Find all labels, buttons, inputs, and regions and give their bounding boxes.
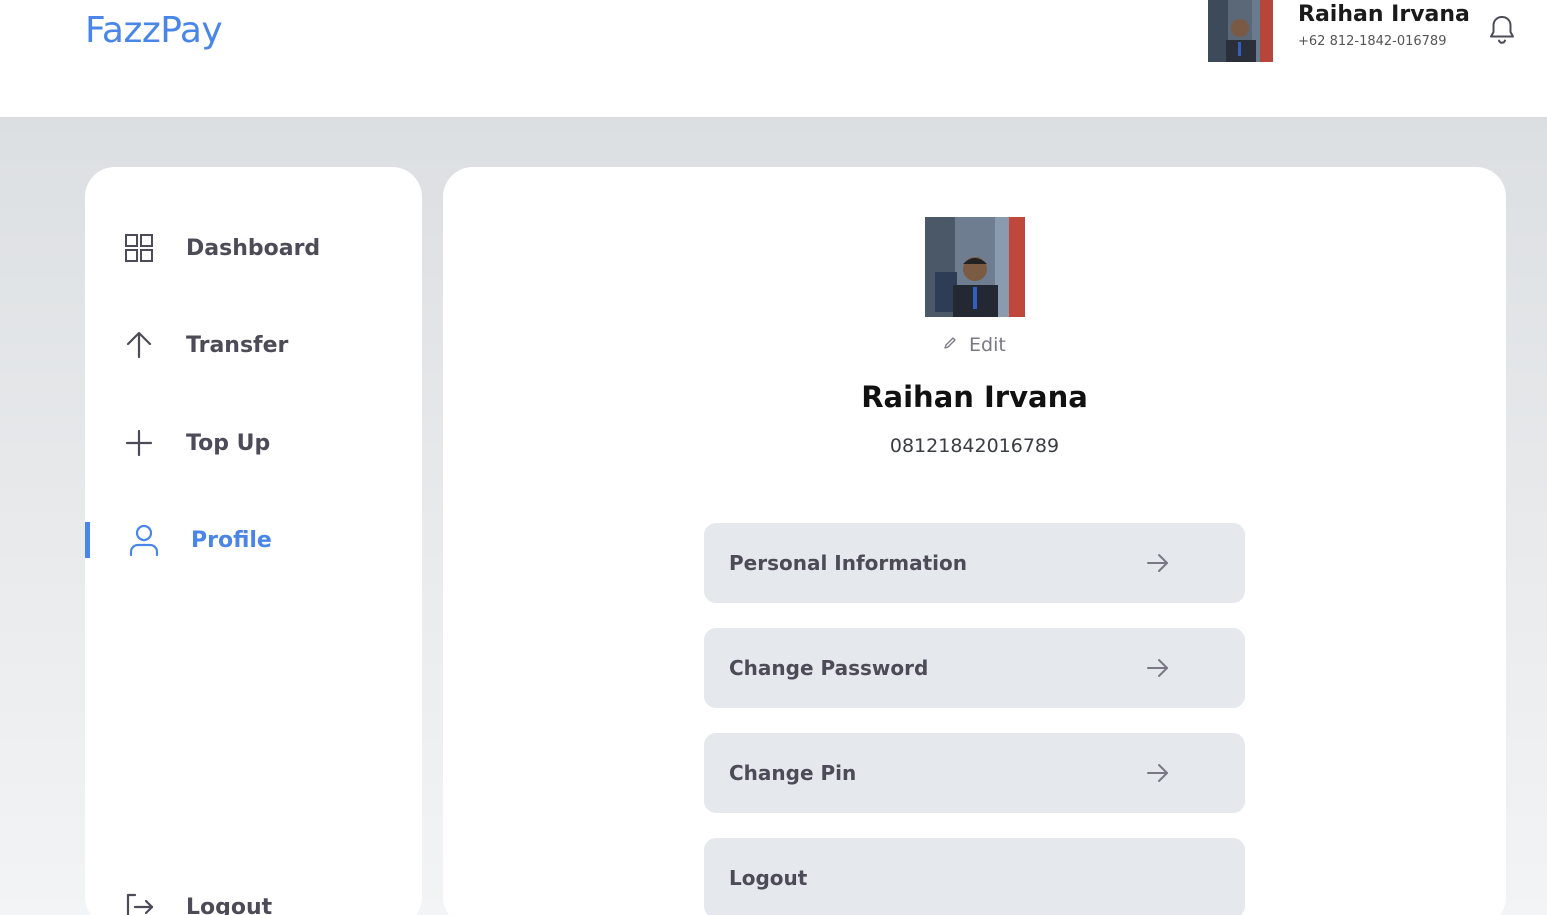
- sidebar-item-profile[interactable]: Profile: [85, 512, 422, 568]
- pencil-icon: [943, 336, 957, 355]
- sidebar-item-label: Profile: [191, 527, 272, 553]
- arrow-up-icon: [121, 327, 157, 363]
- sidebar-item-topup[interactable]: Top Up: [85, 415, 422, 471]
- edit-label: Edit: [969, 334, 1006, 356]
- sidebar-item-label: Transfer: [186, 332, 289, 358]
- active-indicator: [85, 522, 90, 558]
- edit-photo-button[interactable]: Edit: [943, 332, 1023, 358]
- logout-icon: [121, 889, 157, 915]
- sidebar-item-label: Top Up: [186, 430, 271, 456]
- header-user-phone: +62 812-1842-016789: [1298, 34, 1447, 49]
- change-password-button[interactable]: Change Password: [704, 628, 1245, 708]
- personal-information-button[interactable]: Personal Information: [704, 523, 1245, 603]
- plus-icon: [121, 425, 157, 461]
- profile-phone: 08121842016789: [889, 435, 1060, 457]
- user-icon: [126, 522, 162, 558]
- top-header: FazzPay Raihan Irvana +62 812-1842-01678…: [0, 0, 1547, 117]
- menu-label: Change Pin: [729, 761, 857, 785]
- brand-logo[interactable]: FazzPay: [85, 10, 223, 51]
- change-pin-button[interactable]: Change Pin: [704, 733, 1245, 813]
- header-avatar[interactable]: [1208, 0, 1273, 62]
- logout-button[interactable]: Logout: [704, 838, 1245, 915]
- sidebar-item-dashboard[interactable]: Dashboard: [85, 220, 422, 276]
- arrow-right-icon: [1146, 551, 1170, 575]
- header-user-name: Raihan Irvana: [1298, 2, 1470, 27]
- menu-label: Personal Information: [729, 551, 967, 575]
- sidebar: Dashboard Transfer Top Up Profile Logout: [85, 167, 422, 915]
- profile-photo: [925, 217, 1025, 317]
- sidebar-item-label: Dashboard: [186, 235, 321, 261]
- menu-label: Logout: [729, 866, 808, 890]
- menu-label: Change Password: [729, 656, 929, 680]
- sidebar-item-label: Logout: [186, 894, 273, 915]
- sidebar-item-transfer[interactable]: Transfer: [85, 317, 422, 373]
- sidebar-item-logout[interactable]: Logout: [85, 879, 422, 915]
- profile-name: Raihan Irvana: [861, 380, 1088, 414]
- grid-icon: [121, 230, 157, 266]
- arrow-right-icon: [1146, 761, 1170, 785]
- profile-card: Edit Raihan Irvana 08121842016789 Person…: [443, 167, 1506, 915]
- arrow-right-icon: [1146, 656, 1170, 680]
- bell-icon[interactable]: [1488, 14, 1516, 46]
